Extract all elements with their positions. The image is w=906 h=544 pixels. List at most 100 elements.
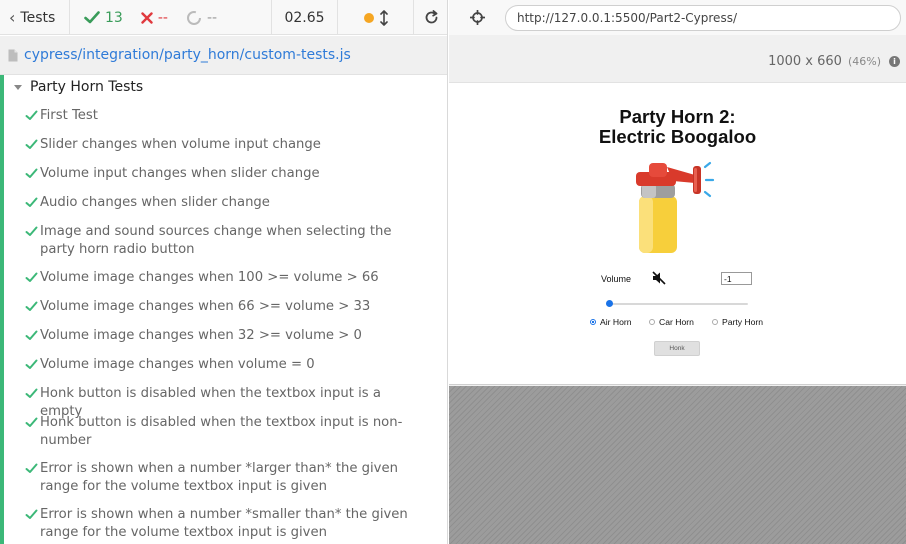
viewport-info: 1000 x 660 (46%) i bbox=[449, 44, 906, 78]
viewport-background bbox=[449, 386, 906, 544]
volume-label: Volume bbox=[601, 274, 632, 284]
test-title: Slider changes when volume input change bbox=[40, 137, 321, 152]
reporter-header: ‹ Tests 13 -- -- 02.65 bbox=[0, 0, 447, 35]
tests-label: Tests bbox=[20, 9, 56, 26]
check-icon bbox=[25, 359, 38, 369]
honk-button[interactable]: Honk bbox=[654, 341, 700, 356]
slider-thumb[interactable] bbox=[606, 300, 613, 307]
radio-party-horn[interactable]: Party Horn bbox=[712, 317, 763, 327]
test-title: Image and sound sources change when sele… bbox=[40, 224, 392, 257]
radio-car-horn[interactable]: Car Horn bbox=[649, 317, 694, 327]
radio-button[interactable] bbox=[712, 319, 718, 325]
tests-button[interactable]: ‹ Tests bbox=[0, 0, 70, 35]
test-item[interactable]: Volume image changes when 32 >= volume >… bbox=[23, 327, 423, 345]
test-title: Error is shown when a number *larger tha… bbox=[40, 461, 398, 494]
url-bar: http://127.0.0.1:5500/Part2-Cypress/ bbox=[449, 0, 906, 35]
test-title: Volume image changes when 66 >= volume >… bbox=[40, 299, 371, 314]
app-title-line1: Party Horn 2: bbox=[619, 106, 736, 127]
check-icon bbox=[25, 139, 38, 149]
failed-count: -- bbox=[157, 9, 168, 26]
circle-notch-icon bbox=[186, 10, 201, 25]
x-icon bbox=[141, 11, 153, 24]
check-icon bbox=[25, 110, 38, 120]
auto-scroll-toggle[interactable] bbox=[338, 0, 414, 35]
reporter-panel: ‹ Tests 13 -- -- 02.65 cypress/integrati… bbox=[0, 0, 448, 544]
test-title: Volume image changes when 100 >= volume … bbox=[40, 270, 379, 285]
check-icon bbox=[25, 388, 38, 398]
test-title: Volume image changes when volume = 0 bbox=[40, 357, 315, 372]
crosshair-icon bbox=[469, 10, 485, 25]
url-field[interactable]: http://127.0.0.1:5500/Part2-Cypress/ bbox=[505, 4, 901, 31]
reload-button[interactable] bbox=[414, 0, 447, 35]
test-list: Party Horn Tests First Test Slider change… bbox=[0, 75, 447, 544]
test-stats: 13 -- -- bbox=[70, 0, 272, 35]
test-title: Volume image changes when 32 >= volume >… bbox=[40, 328, 362, 343]
volume-number-input[interactable] bbox=[721, 272, 752, 285]
passed-count: 13 bbox=[105, 9, 123, 26]
passed-stat: 13 bbox=[84, 10, 123, 26]
suite-title: Party Horn Tests bbox=[30, 79, 144, 95]
test-title: Audio changes when slider change bbox=[40, 195, 270, 210]
cypress-runner: ‹ Tests 13 -- -- 02.65 cypress/integrati… bbox=[0, 0, 906, 544]
check-icon bbox=[25, 417, 38, 427]
radio-label: Air Horn bbox=[600, 317, 632, 327]
check-icon bbox=[25, 168, 38, 178]
app-iframe: Party Horn 2: Electric Boogaloo Volume -… bbox=[449, 82, 906, 385]
test-title: First Test bbox=[40, 108, 98, 123]
reload-icon bbox=[425, 10, 437, 24]
radio-button[interactable] bbox=[649, 319, 655, 325]
check-icon bbox=[25, 197, 38, 207]
caret-down-icon bbox=[14, 85, 22, 90]
selector-playground-button[interactable] bbox=[449, 10, 505, 25]
test-title: Volume input changes when slider change bbox=[40, 166, 320, 181]
check-icon bbox=[25, 226, 38, 236]
check-icon bbox=[25, 463, 38, 473]
check-icon bbox=[25, 509, 38, 519]
test-title: Honk button is disabled when the textbox… bbox=[40, 415, 403, 448]
info-icon[interactable]: i bbox=[889, 55, 900, 67]
spec-file-bar: cypress/integration/party_horn/custom-te… bbox=[0, 36, 447, 75]
chevron-left-icon: ‹ bbox=[9, 8, 16, 27]
check-icon bbox=[25, 330, 38, 340]
test-item[interactable]: Honk button is disabled when the textbox… bbox=[23, 414, 423, 450]
radio-label: Car Horn bbox=[659, 317, 694, 327]
check-icon bbox=[84, 11, 100, 24]
aut-panel: http://127.0.0.1:5500/Part2-Cypress/ 100… bbox=[449, 0, 906, 544]
app-title: Party Horn 2: Electric Boogaloo bbox=[449, 107, 906, 147]
test-item[interactable]: Error is shown when a number *larger tha… bbox=[23, 460, 423, 496]
running-indicator-icon bbox=[363, 12, 374, 23]
test-item[interactable]: Volume image changes when 66 >= volume >… bbox=[23, 298, 423, 316]
app-title-line2: Electric Boogaloo bbox=[598, 126, 757, 147]
spec-path-link[interactable]: cypress/integration/party_horn/custom-te… bbox=[24, 47, 351, 63]
viewport-size: 1000 x 660 bbox=[768, 53, 842, 69]
radio-air-horn[interactable]: Air Horn bbox=[590, 317, 632, 327]
test-item[interactable]: Error is shown when a number *smaller th… bbox=[23, 506, 423, 542]
test-item[interactable]: Volume image changes when volume = 0 bbox=[23, 356, 423, 374]
radio-button[interactable] bbox=[590, 319, 596, 325]
pending-stat: -- bbox=[186, 10, 217, 26]
file-icon bbox=[8, 49, 18, 61]
failed-stat: -- bbox=[141, 10, 168, 26]
volume-slider[interactable] bbox=[606, 300, 748, 308]
horn-radio-group: Air Horn Car Horn Party Horn bbox=[449, 315, 906, 329]
check-icon bbox=[25, 301, 38, 311]
suite-status-bar bbox=[0, 75, 4, 544]
radio-label: Party Horn bbox=[722, 317, 764, 327]
test-item[interactable]: Volume image changes when 100 >= volume … bbox=[23, 269, 423, 287]
test-item[interactable]: First Test bbox=[23, 107, 423, 125]
volume-row: Volume bbox=[449, 271, 906, 287]
test-item[interactable]: Volume input changes when slider change bbox=[23, 165, 423, 183]
air-horn-image bbox=[636, 161, 715, 253]
pending-count: -- bbox=[206, 9, 218, 26]
run-duration: 02.65 bbox=[272, 0, 338, 35]
test-item[interactable]: Audio changes when slider change bbox=[23, 194, 423, 212]
test-item[interactable]: Slider changes when volume input change bbox=[23, 136, 423, 154]
suite-header[interactable]: Party Horn Tests bbox=[14, 79, 143, 95]
arrows-vertical-icon bbox=[379, 9, 388, 26]
check-icon bbox=[25, 272, 38, 282]
test-title: Error is shown when a number *smaller th… bbox=[40, 507, 408, 540]
viewport-scale: (46%) bbox=[847, 54, 881, 68]
slider-track bbox=[606, 303, 748, 305]
volume-mute-icon bbox=[652, 271, 666, 285]
test-item[interactable]: Image and sound sources change when sele… bbox=[23, 223, 423, 259]
